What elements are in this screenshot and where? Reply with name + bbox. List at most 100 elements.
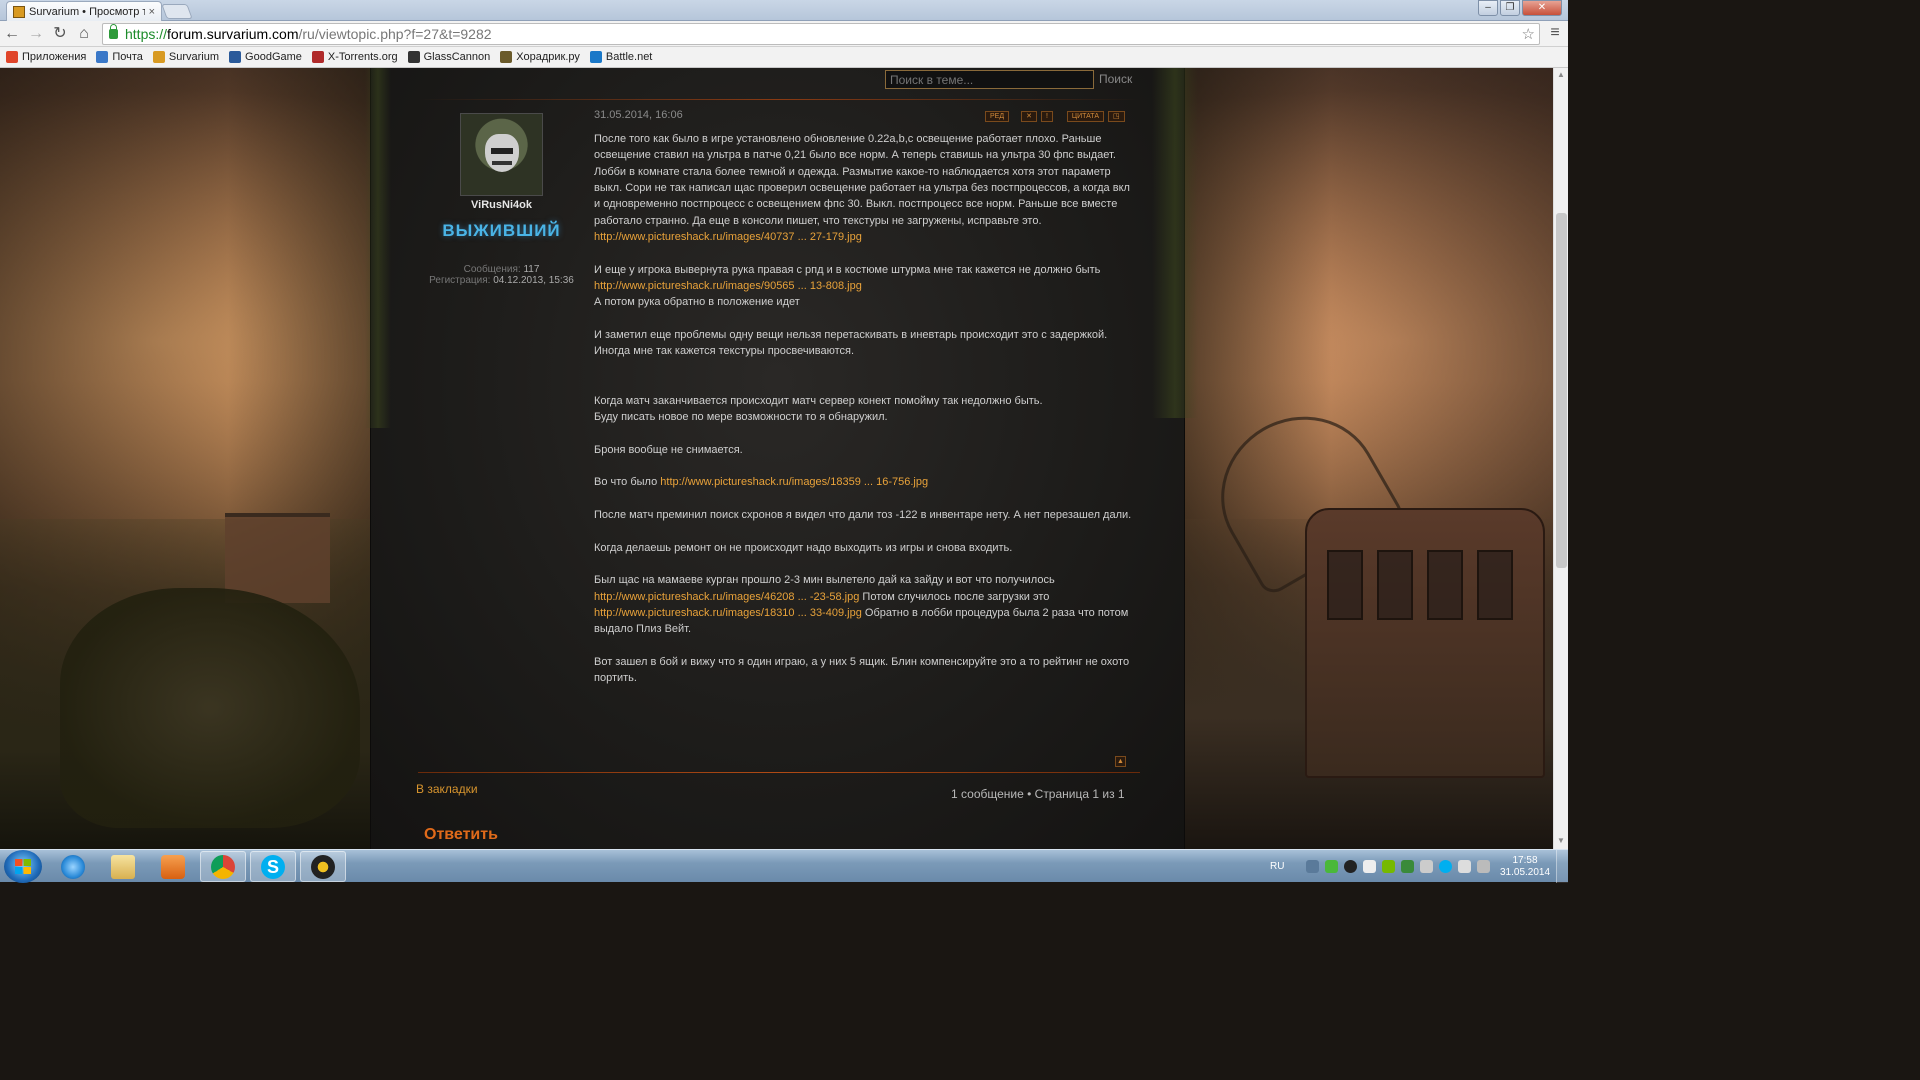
background-wreck bbox=[60, 588, 360, 828]
show-desktop-button[interactable] bbox=[1556, 850, 1568, 883]
chrome-menu-icon[interactable]: ≡ bbox=[1546, 23, 1564, 43]
explorer-icon bbox=[111, 854, 135, 879]
system-clock[interactable]: 17:58 31.05.2014 bbox=[1500, 855, 1550, 879]
tray-green-icon[interactable] bbox=[1325, 860, 1339, 873]
bookmark-goodgame[interactable]: GoodGame bbox=[229, 51, 302, 63]
image-link[interactable]: http://www.pictureshack.ru/images/18359 … bbox=[660, 476, 928, 488]
post-paragraph: Иногда мне так кажется текстуры просвечи… bbox=[594, 345, 855, 358]
quote-button[interactable]: ЦИТАТА bbox=[1066, 111, 1105, 122]
topic-search-button[interactable]: Поиск bbox=[1099, 72, 1132, 86]
bookmark-survarium[interactable]: Survarium bbox=[152, 51, 219, 63]
taskbar-media-player[interactable] bbox=[150, 851, 196, 882]
post-paragraph: Когда матч заканчивается происходит матч… bbox=[594, 394, 1043, 407]
bookmark-mail[interactable]: Почта bbox=[96, 51, 143, 63]
taskbar-skype[interactable]: S bbox=[250, 851, 296, 882]
survarium-icon bbox=[152, 51, 165, 63]
bookmark-apps[interactable]: Приложения bbox=[6, 51, 86, 63]
tab-title: Survarium • Просмотр те bbox=[29, 5, 145, 18]
nvidia-icon[interactable] bbox=[1382, 860, 1396, 873]
reg-label: Регистрация: bbox=[429, 275, 491, 286]
tab-close-icon[interactable]: × bbox=[149, 6, 155, 18]
edit-button[interactable]: РЕД bbox=[985, 111, 1010, 122]
info-icon[interactable]: ◳ bbox=[1108, 111, 1125, 122]
forward-arrow-icon[interactable]: → bbox=[24, 22, 48, 46]
bookmarks-bar: Приложения Почта Survarium GoodGame X-To… bbox=[0, 47, 1568, 68]
post-paragraph: Когда делаешь ремонт он не происходит на… bbox=[594, 541, 1013, 554]
post-paragraph: После матч преминил поиск схронов я виде… bbox=[594, 508, 1132, 521]
taskbar-ie[interactable] bbox=[50, 851, 96, 882]
back-arrow-icon[interactable]: ← bbox=[0, 22, 24, 46]
speaker-icon[interactable] bbox=[1477, 860, 1491, 873]
bookmark-glasscannon[interactable]: GlassCannon bbox=[407, 51, 490, 63]
bookmark-star-icon[interactable]: ☆ bbox=[1522, 25, 1535, 43]
language-indicator[interactable]: RU bbox=[1270, 861, 1284, 872]
notification-bell-icon[interactable] bbox=[1306, 860, 1320, 873]
post-paragraph: И заметил еще проблемы одну вещи нельзя … bbox=[594, 329, 1108, 342]
minimize-button[interactable]: – bbox=[1478, 0, 1498, 16]
volume-icon[interactable] bbox=[1420, 860, 1434, 873]
survarium-game-icon bbox=[311, 854, 335, 879]
flag-icon[interactable] bbox=[1363, 860, 1377, 873]
taskbar-explorer[interactable] bbox=[100, 851, 146, 882]
bookmark-battlenet[interactable]: Battle.net bbox=[589, 51, 652, 63]
post-paragraph: А потом рука обратно в положение идет bbox=[594, 296, 800, 309]
posts-count[interactable]: 117 bbox=[523, 264, 539, 275]
close-window-button[interactable]: ✕ bbox=[1522, 0, 1562, 16]
post-paragraph: Потом случилось после загрузки это bbox=[862, 590, 1050, 603]
bookmark-topic-link[interactable]: В закладки bbox=[416, 782, 478, 796]
image-link[interactable]: http://www.pictureshack.ru/images/46208 … bbox=[594, 591, 859, 603]
url-path: /ru/viewtopic.php?f=27&t=9282 bbox=[298, 26, 492, 42]
post-paragraph: Буду писать новое по мере возможности то… bbox=[594, 410, 888, 423]
avatar[interactable] bbox=[460, 113, 543, 196]
topic-search-input[interactable] bbox=[885, 70, 1094, 89]
tray-steam-icon[interactable] bbox=[1344, 860, 1358, 873]
home-icon[interactable]: ⌂ bbox=[72, 22, 96, 46]
taskbar-chrome[interactable] bbox=[200, 851, 246, 882]
image-link[interactable]: http://www.pictureshack.ru/images/18310 … bbox=[594, 607, 862, 619]
url-scheme: https:// bbox=[125, 26, 168, 42]
clock-time: 17:58 bbox=[1512, 855, 1538, 866]
bookmark-horadric[interactable]: Хорадрик.ру bbox=[500, 51, 580, 63]
post-paragraph: Во что было bbox=[594, 476, 658, 489]
url-host: forum.survarium.com bbox=[167, 26, 299, 42]
post-paragraph: После того как было в игре установлено о… bbox=[594, 133, 1130, 227]
tab-survarium[interactable]: Survarium • Просмотр те × bbox=[6, 1, 162, 21]
horadric-icon bbox=[500, 51, 513, 63]
post-paragraph: Вот зашел в бой и вижу что я один играю,… bbox=[594, 656, 1130, 685]
forum-page: Поиск ViRusNi4ok ВЫЖИВШИЙ Сообщения: 117… bbox=[0, 68, 1553, 849]
apps-grid-icon bbox=[6, 51, 18, 63]
mail-icon bbox=[96, 51, 109, 63]
network-icon[interactable] bbox=[1401, 860, 1415, 873]
survarium-favicon-icon bbox=[13, 5, 25, 18]
post-author[interactable]: ViRusNi4ok bbox=[431, 199, 572, 211]
tray-skype-icon[interactable] bbox=[1439, 860, 1453, 873]
post-date: 31.05.2014, 16:06 bbox=[594, 109, 683, 121]
user-rank: ВЫЖИВШИЙ bbox=[442, 221, 561, 240]
xtorrents-icon bbox=[311, 51, 324, 63]
taskbar-survarium-game[interactable] bbox=[300, 851, 346, 882]
scroll-thumb[interactable] bbox=[1556, 213, 1567, 568]
scroll-down-icon[interactable]: ▼ bbox=[1557, 836, 1565, 845]
address-bar[interactable]: https:// forum.survarium.com /ru/viewtop… bbox=[102, 23, 1540, 45]
reply-button[interactable]: Ответить bbox=[424, 826, 498, 844]
back-to-top-icon[interactable]: ▲ bbox=[1115, 756, 1126, 767]
report-icon[interactable]: ! bbox=[1040, 111, 1053, 122]
windows-taskbar: S RU 17:58 31.05.2014 bbox=[0, 849, 1568, 883]
restore-button[interactable]: ❐ bbox=[1500, 0, 1520, 16]
glasscannon-icon bbox=[407, 51, 420, 63]
scroll-up-icon[interactable]: ▲ bbox=[1557, 70, 1565, 79]
posts-label: Сообщения: bbox=[463, 264, 521, 275]
new-tab-button[interactable] bbox=[161, 4, 193, 19]
image-link[interactable]: http://www.pictureshack.ru/images/90565 … bbox=[594, 280, 862, 292]
reload-icon[interactable]: ↻ bbox=[48, 22, 72, 46]
vine-decoration-right bbox=[1152, 68, 1198, 418]
bookmark-xtorrents[interactable]: X-Torrents.org bbox=[311, 51, 398, 63]
page-scrollbar[interactable]: ▲ ▼ bbox=[1553, 68, 1568, 849]
display-icon[interactable] bbox=[1458, 860, 1472, 873]
media-player-icon bbox=[161, 854, 185, 879]
image-link[interactable]: http://www.pictureshack.ru/images/40737 … bbox=[594, 231, 862, 243]
delete-icon[interactable]: ✕ bbox=[1021, 111, 1037, 122]
vine-decoration-left bbox=[365, 68, 391, 428]
user-stats: Сообщения: 117 Регистрация: 04.12.2013, … bbox=[419, 264, 584, 286]
start-button[interactable] bbox=[4, 850, 42, 883]
